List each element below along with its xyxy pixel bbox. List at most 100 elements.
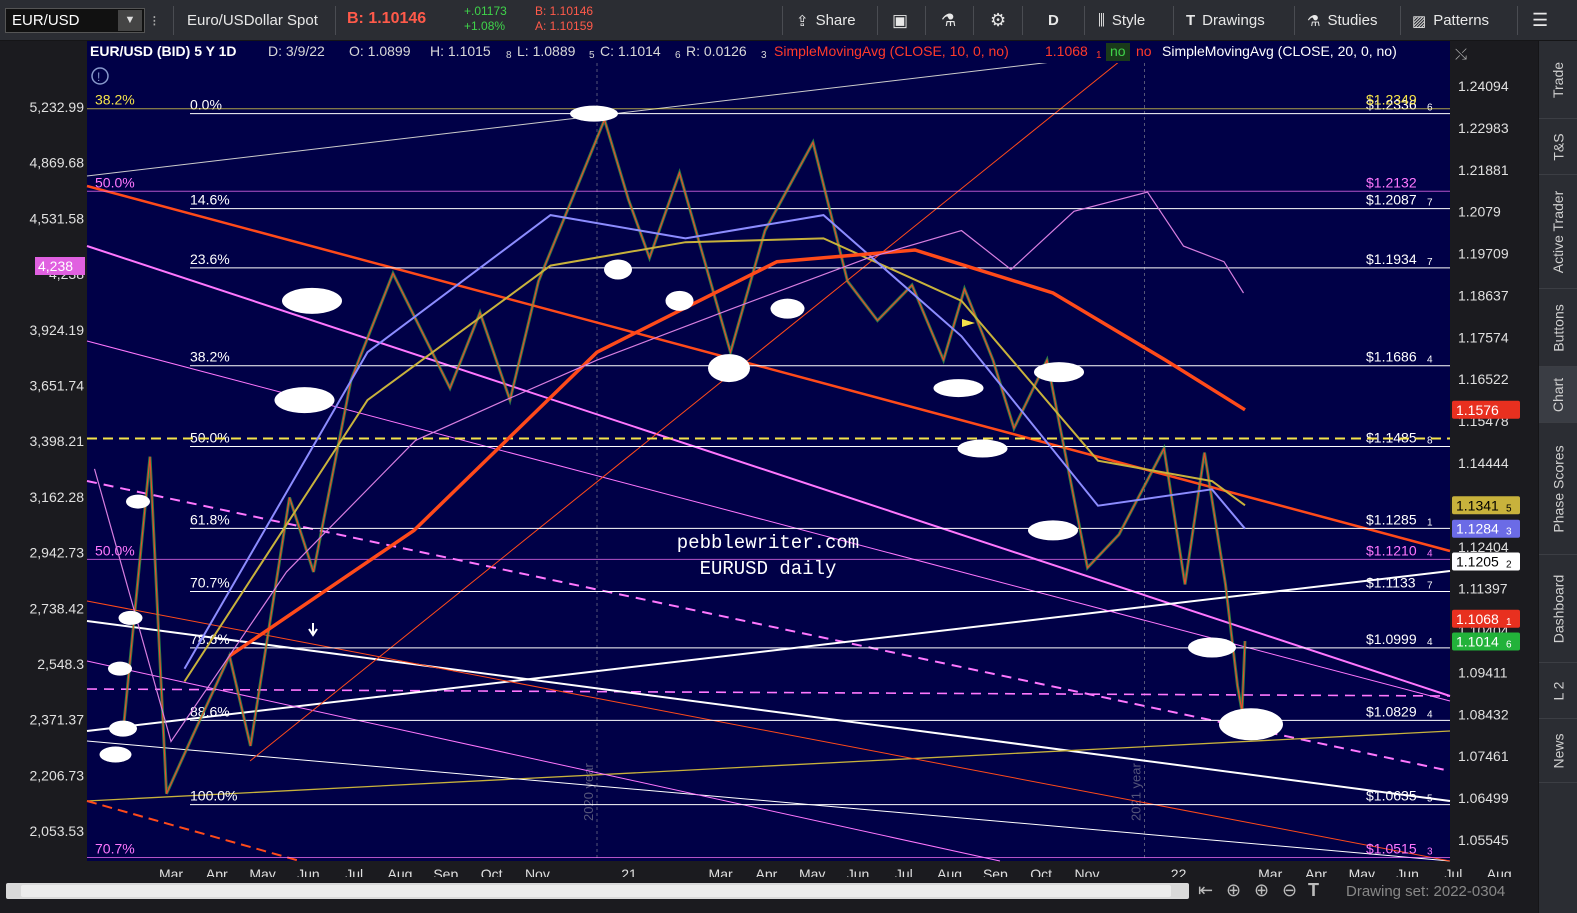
sidebar-tab-l-2[interactable]: L 2 bbox=[1539, 663, 1577, 719]
patterns-icon: ▨ bbox=[1412, 12, 1427, 30]
fib-price-sub: 4 bbox=[1427, 637, 1433, 648]
fib-price-sub: 7 bbox=[1427, 580, 1433, 591]
candle-icon: ⫼ bbox=[1098, 12, 1105, 29]
right-tick-label: 1.19709 bbox=[1458, 246, 1509, 262]
price-chart[interactable]: 5,232.99 4,869.68 4,531.58 4,238 3,924.19 3,6… bbox=[0, 41, 1538, 887]
share-label: Share bbox=[815, 12, 856, 29]
left-tick-label: 5,232.99 bbox=[30, 99, 85, 115]
annotation-ellipse bbox=[282, 287, 342, 314]
legend-no-1: no bbox=[1110, 43, 1126, 59]
pink-fib-price: $1.2349 bbox=[1366, 92, 1417, 108]
fib-price: $1.1686 bbox=[1366, 349, 1417, 365]
period-button[interactable]: D bbox=[1048, 0, 1059, 41]
annotation-ellipse bbox=[604, 259, 632, 280]
year-marker-label: 2021 year bbox=[1129, 763, 1144, 821]
legend-range: R: 0.0126 bbox=[686, 43, 747, 59]
sidebar-tab-buttons[interactable]: Buttons bbox=[1539, 289, 1577, 367]
price-tag-sub: 6 bbox=[1506, 640, 1512, 651]
fib-price-sub: 4 bbox=[1427, 355, 1433, 366]
flask-icon[interactable]: ⚗ bbox=[941, 0, 956, 41]
zoom-out-icon[interactable]: ⊖ bbox=[1282, 880, 1297, 901]
sidebar-tab-label: News bbox=[1550, 732, 1567, 769]
annotation-ellipse bbox=[1034, 362, 1084, 383]
right-tick-label: 1.21881 bbox=[1458, 162, 1509, 178]
price-tag-label: 1.1576 bbox=[1456, 402, 1499, 418]
price-tag-label: 1.1341 bbox=[1456, 497, 1499, 513]
legend-sma10-sub: 1 bbox=[1096, 50, 1102, 61]
zoom-in-icon[interactable]: ⊕ bbox=[1254, 880, 1269, 901]
legend-low-sub: 5 bbox=[589, 50, 595, 61]
price-tag-label: 1.1284 bbox=[1456, 521, 1499, 537]
legend-high: H: 1.1015 bbox=[430, 43, 491, 59]
annotation-ellipse bbox=[109, 720, 137, 737]
left-tick-label: 2,738.42 bbox=[30, 600, 85, 616]
chevron-down-icon[interactable]: ▼ bbox=[118, 10, 142, 31]
crosshair-icon[interactable]: ⊕ bbox=[1226, 880, 1241, 901]
legend-sma10-value: 1.1068 bbox=[1045, 43, 1088, 59]
pink-fib-label: 50.0% bbox=[95, 542, 135, 558]
annotation-ellipse bbox=[1028, 520, 1078, 541]
legend-sma20: SimpleMovingAvg (CLOSE, 20, 0, no) bbox=[1162, 43, 1397, 59]
annotation-ellipse bbox=[570, 105, 618, 122]
annotation-ellipse bbox=[770, 298, 805, 319]
fib-label: 78.6% bbox=[190, 631, 230, 647]
left-tick-label: 3,651.74 bbox=[30, 378, 85, 394]
left-tick-label: 3,398.21 bbox=[30, 433, 85, 449]
right-tick-label: 1.11397 bbox=[1458, 581, 1508, 597]
text-cursor-icon[interactable]: T bbox=[1308, 880, 1319, 901]
scrollbar-thumb[interactable] bbox=[21, 885, 1171, 897]
collapse-icon[interactable]: ⤯ bbox=[1455, 46, 1467, 63]
sidebar-tab-dashboard[interactable]: Dashboard bbox=[1539, 555, 1577, 663]
right-tick-label: 1.07461 bbox=[1458, 748, 1509, 764]
sidebar-tab-news[interactable]: News bbox=[1539, 719, 1577, 783]
sidebar-tab-chart[interactable]: Chart bbox=[1539, 367, 1577, 423]
style-button[interactable]: ⫼ Style bbox=[1098, 0, 1145, 41]
annotation-ellipse bbox=[118, 610, 143, 625]
fib-label: 100.0% bbox=[190, 788, 237, 804]
sidebar-tab-trade[interactable]: Trade bbox=[1539, 41, 1577, 119]
annotation-ellipse bbox=[274, 387, 335, 414]
left-tick-label: 4,869.68 bbox=[30, 155, 85, 171]
fib-price-sub: 1 bbox=[1427, 517, 1433, 528]
gear-icon[interactable]: ⚙ bbox=[990, 0, 1006, 41]
share-button[interactable]: ⇪ Share bbox=[796, 0, 856, 41]
patterns-button[interactable]: ▨ Patterns bbox=[1412, 0, 1489, 41]
time-scrollbar[interactable] bbox=[6, 883, 1189, 899]
sidebar-tab-phase-scores[interactable]: Phase Scores bbox=[1539, 423, 1577, 555]
annotation-ellipse bbox=[665, 290, 694, 311]
studies-button[interactable]: ⚗ Studies bbox=[1307, 0, 1378, 41]
fib-price-sub: 5 bbox=[1427, 794, 1433, 805]
menu-icon[interactable]: ☰ bbox=[1532, 0, 1548, 41]
change-value: +.01173 bbox=[464, 4, 507, 18]
legend-high-sub: 8 bbox=[506, 50, 512, 61]
fib-label: 38.2% bbox=[190, 349, 230, 365]
watermark-line-1: pebblewriter.com bbox=[677, 532, 859, 554]
annotation-ellipse bbox=[933, 379, 984, 398]
expand-icon[interactable]: ⇤ bbox=[1198, 880, 1213, 901]
annotation-ellipse bbox=[108, 661, 132, 676]
grid-icon[interactable]: ▣ bbox=[892, 0, 908, 41]
fib-price: $1.1285 bbox=[1366, 511, 1417, 527]
drawing-set-label: Drawing set: 2022-0304 bbox=[1346, 883, 1506, 900]
drawings-button[interactable]: T Drawings bbox=[1186, 0, 1265, 41]
annotation-ellipse bbox=[1219, 708, 1283, 741]
fib-label: 61.8% bbox=[190, 511, 230, 527]
patterns-label: Patterns bbox=[1433, 12, 1490, 29]
sidebar-tab-label: T&S bbox=[1550, 132, 1567, 161]
left-tick-label: 4,531.58 bbox=[30, 210, 85, 226]
legend-sma10: SimpleMovingAvg (CLOSE, 10, 0, no) bbox=[774, 43, 1009, 59]
fib-price-sub: 4 bbox=[1427, 709, 1433, 720]
price-tag-label: 1.1205 bbox=[1456, 553, 1499, 569]
watermark-line-2: EURUSD daily bbox=[700, 558, 837, 580]
fib-price-sub: 8 bbox=[1427, 436, 1433, 447]
studies-label: Studies bbox=[1327, 12, 1378, 29]
change-percent: +1.08% bbox=[464, 19, 506, 33]
legend-open: O: 1.0899 bbox=[349, 43, 411, 59]
fib-price: $1.0635 bbox=[1366, 788, 1417, 804]
link-icon[interactable]: ⁝ bbox=[152, 0, 157, 41]
sidebar-tab-label: Chart bbox=[1550, 377, 1567, 412]
sidebar-tab-t-s[interactable]: T&S bbox=[1539, 119, 1577, 175]
legend-range-sub: 3 bbox=[761, 50, 767, 61]
pink-fib-label: 70.7% bbox=[95, 840, 135, 856]
sidebar-tab-active-trader[interactable]: Active Trader bbox=[1539, 175, 1577, 289]
